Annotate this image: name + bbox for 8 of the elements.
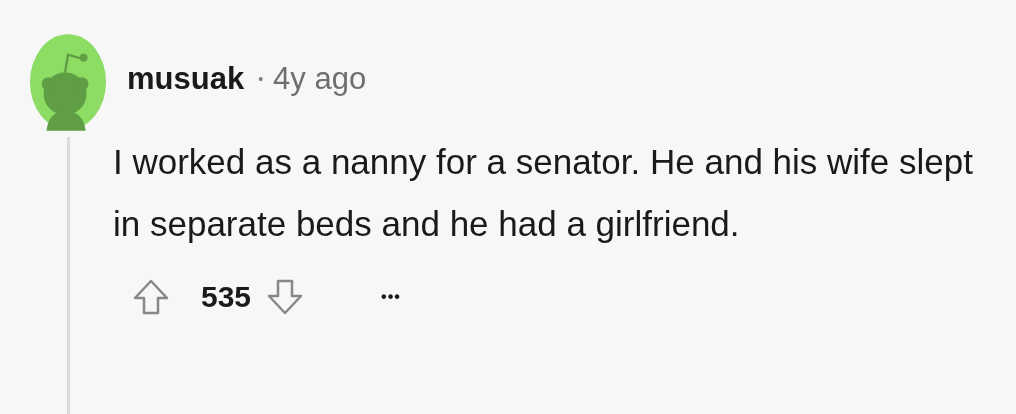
timestamp: 4y ago [273, 61, 367, 97]
upvote-icon[interactable] [131, 277, 171, 317]
avatar-icon[interactable] [29, 33, 107, 131]
comment-text: I worked as a nanny for a senator. He and his wife slept in separate beds and he had a girlfriend. [113, 141, 974, 245]
more-options-button[interactable]: ••• [381, 288, 401, 306]
username[interactable]: musuak [127, 61, 245, 97]
separator-dot: • [258, 71, 264, 87]
vote-count: 535 [201, 280, 252, 314]
